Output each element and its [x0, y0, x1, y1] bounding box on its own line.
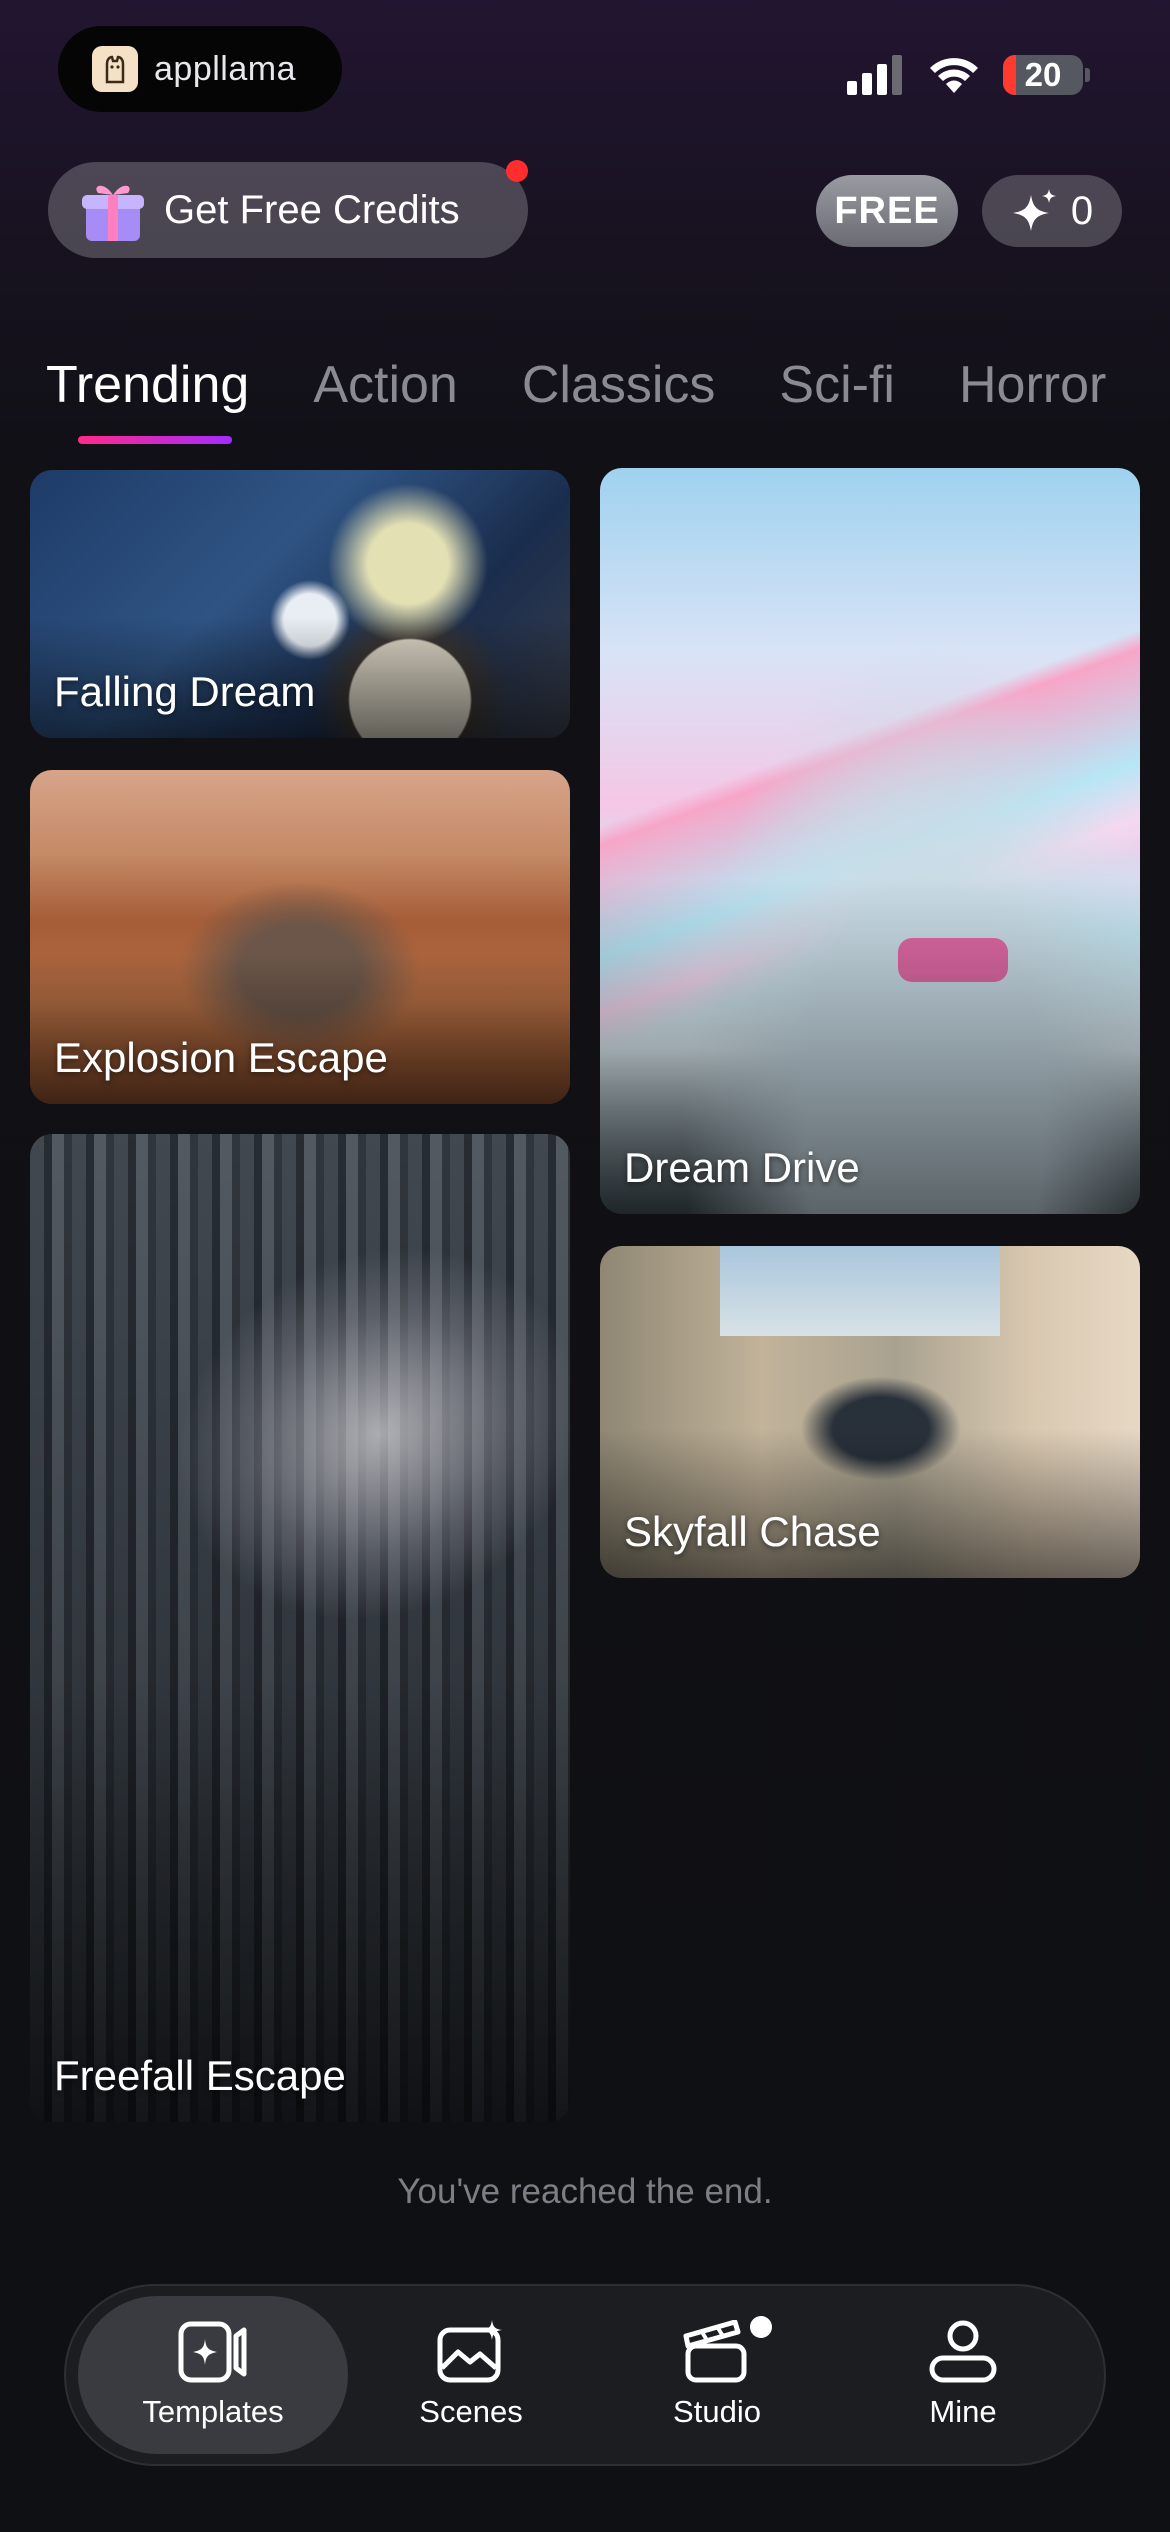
nav-label: Scenes: [419, 2394, 523, 2429]
tab-sci-fi[interactable]: Sci-fi: [779, 350, 895, 430]
wifi-icon: [930, 58, 978, 93]
gift-icon: [82, 185, 144, 241]
app-name: appllama: [154, 49, 296, 88]
battery-cap: [1085, 68, 1090, 82]
scenes-icon: [437, 2320, 502, 2383]
llama-logo-icon: [92, 46, 138, 92]
nav-templates[interactable]: Templates: [78, 2296, 348, 2454]
nav-mine[interactable]: Mine: [840, 2296, 1086, 2454]
template-card-falling-dream[interactable]: Falling Dream: [30, 470, 570, 738]
free-badge[interactable]: FREE: [816, 175, 958, 247]
user-icon: [929, 2320, 997, 2383]
credits-label: Get Free Credits: [164, 187, 460, 232]
notification-dot: [506, 160, 528, 182]
bottom-navigation: Templates Scenes Studio Mine: [64, 2284, 1106, 2466]
template-title: Dream Drive: [624, 1144, 860, 1191]
app-indicator-pill[interactable]: appllama: [58, 26, 342, 112]
templates-icon: [178, 2321, 247, 2383]
battery-level: 20: [1024, 56, 1062, 93]
battery-icon: 20: [1003, 55, 1083, 95]
credits-balance-button[interactable]: 0: [982, 175, 1122, 247]
template-title: Skyfall Chase: [624, 1508, 881, 1555]
template-title: Freefall Escape: [54, 2052, 346, 2099]
smoke-trail: [108, 1173, 570, 1695]
template-title: Falling Dream: [54, 668, 316, 715]
tab-action[interactable]: Action: [313, 350, 458, 430]
studio-icon: [683, 2320, 747, 2383]
nav-scenes[interactable]: Scenes: [348, 2296, 594, 2454]
sparkle-icon: [1012, 189, 1056, 231]
end-of-list-text: You've reached the end.: [397, 2172, 773, 2211]
get-free-credits-button[interactable]: Get Free Credits: [48, 160, 528, 258]
status-icons: 20: [847, 52, 1090, 98]
studio-badge-dot: [750, 2316, 772, 2338]
screen: appllama 20 Get Free Credits FREE 0 Tren…: [0, 0, 1170, 2532]
active-tab-indicator: [78, 436, 232, 444]
signal-icon: [847, 55, 902, 95]
template-card-explosion-escape[interactable]: Explosion Escape: [30, 770, 570, 1104]
tab-classics[interactable]: Classics: [522, 350, 716, 430]
template-card-freefall-escape[interactable]: Freefall Escape: [30, 1134, 570, 2122]
nav-studio[interactable]: Studio: [594, 2296, 840, 2454]
nav-label: Studio: [673, 2394, 761, 2429]
template-title: Explosion Escape: [54, 1034, 388, 1081]
tab-trending[interactable]: Trending: [46, 350, 249, 430]
category-tabs: Trending Action Classics Sci-fi Horror: [46, 350, 1170, 430]
tab-horror[interactable]: Horror: [959, 350, 1106, 430]
template-card-dream-drive[interactable]: Dream Drive: [600, 468, 1140, 1214]
credits-count: 0: [1070, 188, 1094, 233]
sky-strip: [720, 1246, 1000, 1336]
nav-label: Templates: [142, 2394, 284, 2429]
template-card-skyfall-chase[interactable]: Skyfall Chase: [600, 1246, 1140, 1578]
nav-label: Mine: [929, 2394, 997, 2429]
